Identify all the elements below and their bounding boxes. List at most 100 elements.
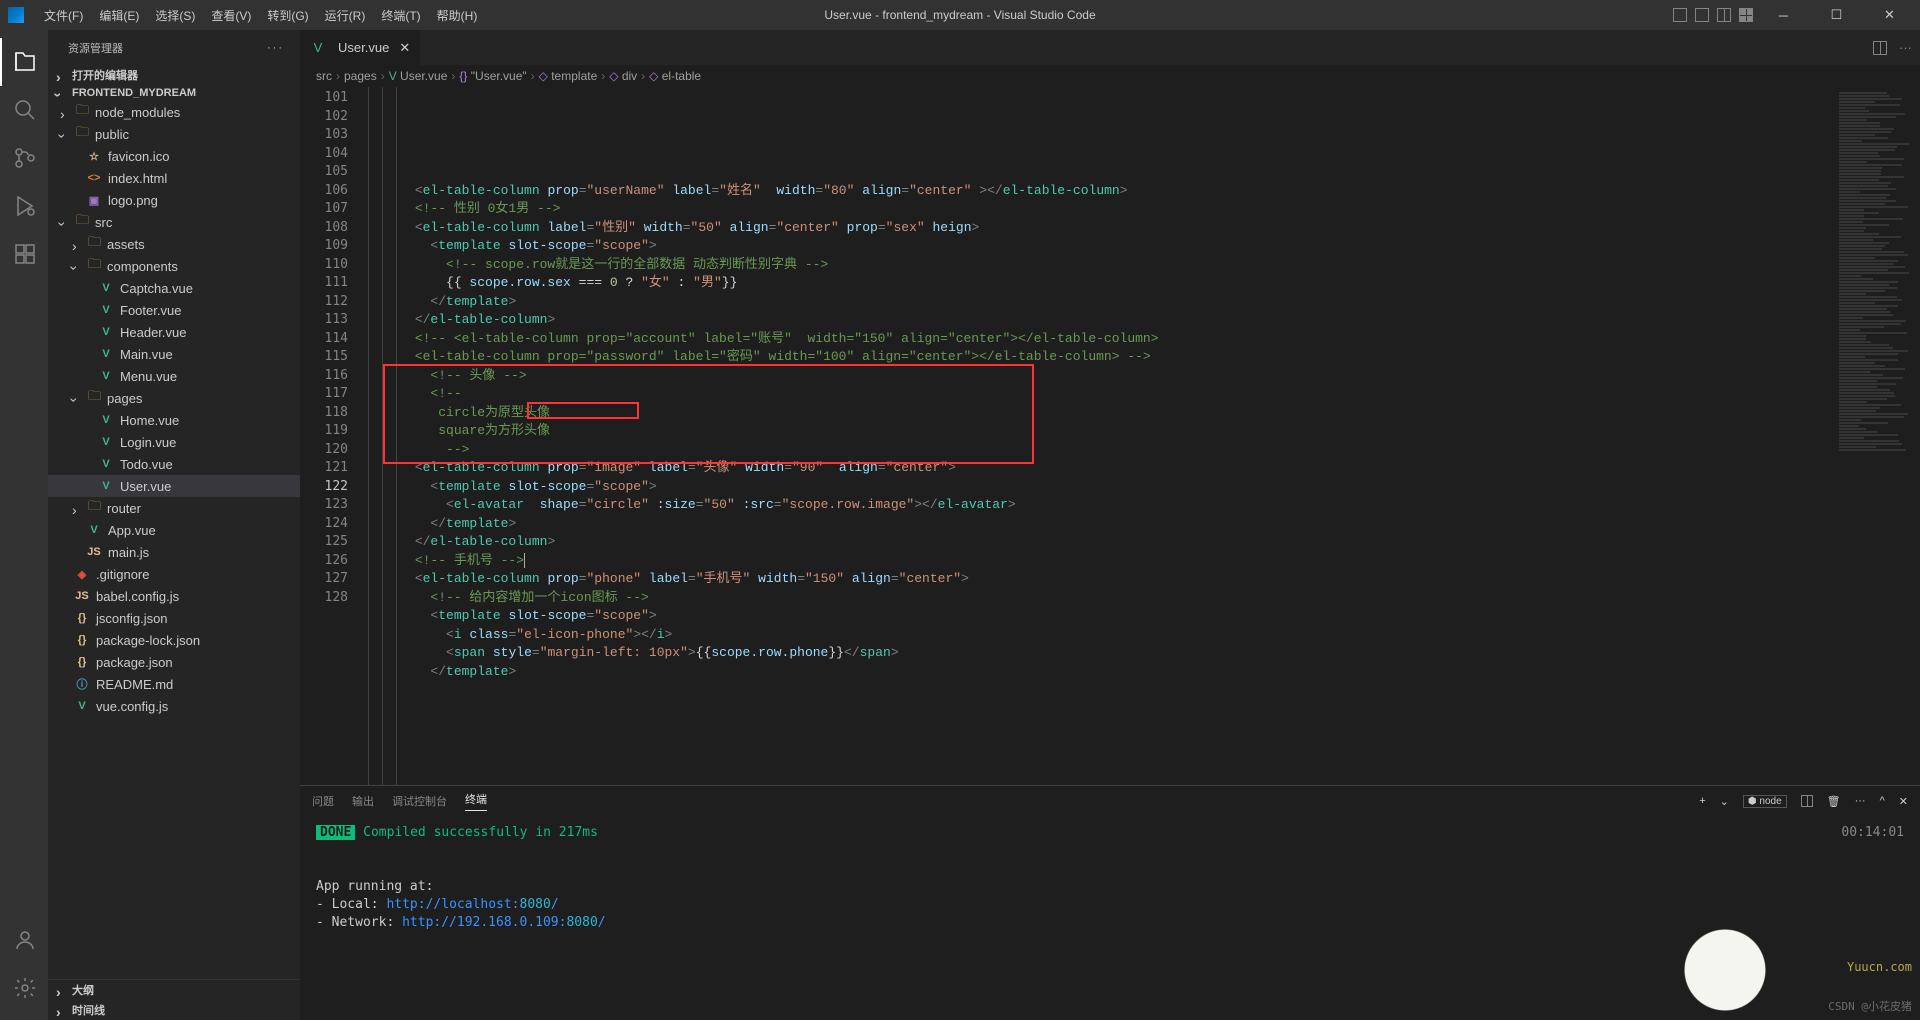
maximize-button[interactable]: ☐: [1814, 0, 1859, 30]
file-item[interactable]: ▣logo.png: [48, 189, 300, 211]
minimap[interactable]: [1835, 87, 1920, 785]
folder-icon: 🗀: [88, 233, 101, 255]
folder-item[interactable]: 🗀public: [48, 123, 300, 145]
file-item[interactable]: <>index.html: [48, 167, 300, 189]
sidebar-more-icon[interactable]: ···: [267, 42, 284, 54]
timeline-section[interactable]: 时间线: [48, 1000, 300, 1020]
file-icon: V: [98, 480, 114, 492]
breadcrumb-item[interactable]: ◇ el-table: [649, 69, 701, 83]
file-item[interactable]: VApp.vue: [48, 519, 300, 541]
file-item[interactable]: VUser.vue: [48, 475, 300, 497]
file-icon: ⓘ: [74, 676, 90, 692]
file-item[interactable]: {}jsconfig.json: [48, 607, 300, 629]
menu-item[interactable]: 运行(R): [317, 3, 374, 28]
file-item[interactable]: VLogin.vue: [48, 431, 300, 453]
file-icon: V: [98, 282, 114, 294]
close-button[interactable]: ✕: [1867, 0, 1912, 30]
file-item[interactable]: VTodo.vue: [48, 453, 300, 475]
file-item[interactable]: {}package-lock.json: [48, 629, 300, 651]
account-icon[interactable]: [0, 916, 48, 964]
file-item[interactable]: VHome.vue: [48, 409, 300, 431]
search-icon[interactable]: [0, 86, 48, 134]
run-debug-icon[interactable]: [0, 182, 48, 230]
minimize-button[interactable]: ─: [1761, 0, 1806, 30]
chevron-up-icon[interactable]: ^: [1880, 795, 1885, 807]
terminal-tab[interactable]: 输出: [352, 793, 374, 809]
split-terminal-icon[interactable]: [1801, 795, 1813, 807]
new-terminal-icon[interactable]: +: [1699, 795, 1705, 807]
layout-icon-grid[interactable]: [1739, 8, 1753, 22]
file-item[interactable]: ◈.gitignore: [48, 563, 300, 585]
trash-icon[interactable]: 🗑: [1827, 795, 1841, 808]
menu-item[interactable]: 帮助(H): [429, 3, 486, 28]
breadcrumb-item[interactable]: ◇ template: [539, 69, 598, 83]
breadcrumb-item[interactable]: src: [316, 69, 332, 83]
file-item[interactable]: JSmain.js: [48, 541, 300, 563]
breadcrumb-item[interactable]: {} "User.vue": [459, 69, 526, 83]
chevron-down-icon[interactable]: ⌄: [1720, 795, 1729, 808]
file-item[interactable]: VMenu.vue: [48, 365, 300, 387]
code-editor[interactable]: <el-table-column prop="userName" label="…: [368, 87, 1835, 785]
layout-icon-2[interactable]: [1695, 8, 1709, 22]
titlebar: 文件(F)编辑(E)选择(S)查看(V)转到(G)运行(R)终端(T)帮助(H)…: [0, 0, 1920, 30]
close-icon[interactable]: ✕: [1899, 795, 1908, 808]
outline-section[interactable]: 大纲: [48, 980, 300, 1000]
terminal-tab[interactable]: 终端: [465, 791, 487, 811]
file-item[interactable]: VHeader.vue: [48, 321, 300, 343]
menu-item[interactable]: 终端(T): [373, 3, 428, 28]
project-section[interactable]: FRONTEND_MYDREAM: [48, 85, 300, 101]
more-icon[interactable]: ···: [1855, 795, 1866, 807]
breadcrumb[interactable]: src›pages›V User.vue›{} "User.vue"›◇ tem…: [300, 65, 1920, 87]
file-icon: ◈: [74, 568, 90, 581]
terminal-body[interactable]: DONE Compiled successfully in 217ms 00:1…: [300, 816, 1920, 1020]
file-item[interactable]: VMain.vue: [48, 343, 300, 365]
folder-item[interactable]: 🗀assets: [48, 233, 300, 255]
tab-user-vue[interactable]: V User.vue ✕: [300, 30, 421, 65]
file-item[interactable]: JSbabel.config.js: [48, 585, 300, 607]
folder-item[interactable]: 🗀components: [48, 255, 300, 277]
menu-item[interactable]: 文件(F): [36, 3, 91, 28]
editor-tabs: V User.vue ✕ ···: [300, 30, 1920, 65]
menu-item[interactable]: 选择(S): [147, 3, 203, 28]
file-icon: V: [98, 414, 114, 426]
file-item[interactable]: Vvue.config.js: [48, 695, 300, 717]
breadcrumb-item[interactable]: V User.vue: [389, 69, 448, 83]
file-item[interactable]: {}package.json: [48, 651, 300, 673]
layout-icon-split[interactable]: [1717, 8, 1731, 22]
layout-icon-1[interactable]: [1673, 8, 1687, 22]
breadcrumb-item[interactable]: ◇ div: [609, 69, 637, 83]
file-icon: V: [98, 370, 114, 382]
more-icon[interactable]: ···: [1899, 40, 1912, 55]
file-item[interactable]: ⓘREADME.md: [48, 673, 300, 695]
split-editor-icon[interactable]: [1873, 41, 1887, 55]
file-icon: V: [98, 326, 114, 338]
terminal-tab[interactable]: 调试控制台: [392, 793, 447, 809]
folder-item[interactable]: 🗀pages: [48, 387, 300, 409]
folder-item[interactable]: 🗀router: [48, 497, 300, 519]
settings-icon[interactable]: [0, 964, 48, 1012]
open-editors-section[interactable]: 打开的编辑器: [48, 65, 300, 85]
file-item[interactable]: VCaptcha.vue: [48, 277, 300, 299]
mascot-image: [1650, 904, 1800, 1014]
folder-icon: 🗀: [76, 211, 89, 233]
terminal-tab[interactable]: 问题: [312, 793, 334, 809]
file-icon: {}: [74, 612, 90, 624]
folder-icon: 🗀: [88, 497, 101, 519]
source-control-icon[interactable]: [0, 134, 48, 182]
file-item[interactable]: VFooter.vue: [48, 299, 300, 321]
watermark-csdn: CSDN @小花皮猪: [1828, 998, 1912, 1016]
file-icon: {}: [74, 634, 90, 646]
folder-item[interactable]: 🗀src: [48, 211, 300, 233]
explorer-icon[interactable]: [0, 38, 48, 86]
close-icon[interactable]: ✕: [399, 40, 410, 56]
menu-item[interactable]: 转到(G): [259, 3, 316, 28]
file-icon: V: [98, 348, 114, 360]
file-icon: JS: [86, 546, 102, 558]
breadcrumb-item[interactable]: pages: [344, 69, 377, 83]
extensions-icon[interactable]: [0, 230, 48, 278]
folder-item[interactable]: 🗀node_modules: [48, 101, 300, 123]
menu-item[interactable]: 查看(V): [203, 3, 259, 28]
shell-badge[interactable]: ⬢ node: [1743, 795, 1787, 808]
menu-item[interactable]: 编辑(E): [91, 3, 147, 28]
file-item[interactable]: ☆favicon.ico: [48, 145, 300, 167]
